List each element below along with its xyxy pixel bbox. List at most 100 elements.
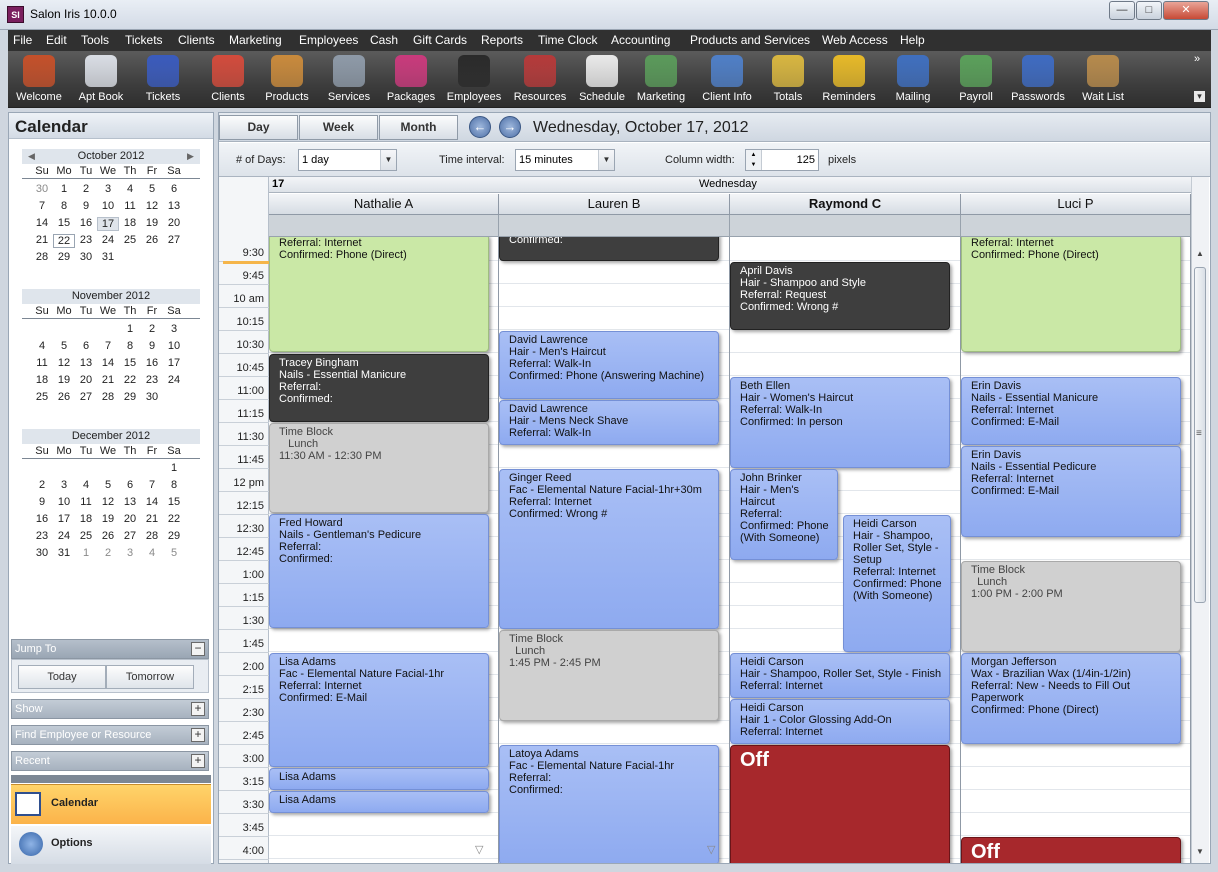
calendar-day[interactable]: 14 <box>97 357 119 369</box>
calendar-day[interactable]: 31 <box>97 251 119 263</box>
calendar-day[interactable]: 9 <box>75 200 97 212</box>
toolbar-resources[interactable]: Resources <box>508 51 572 108</box>
expand-icon[interactable]: + <box>191 754 205 768</box>
appointment[interactable]: Referral: Internet Confirmed: Phone (Dire… <box>269 237 489 352</box>
toolbar-marketing[interactable]: Marketing <box>630 51 692 108</box>
next-month-icon[interactable]: ▶ <box>187 151 194 162</box>
off-block[interactable]: Off <box>961 837 1181 863</box>
more-appointments-icon[interactable]: ▽ <box>707 843 715 856</box>
menu-cash[interactable]: Cash <box>370 33 398 47</box>
calendar-day[interactable]: 11 <box>31 357 53 369</box>
calendar-day[interactable]: 29 <box>119 391 141 403</box>
off-block[interactable]: Off <box>730 745 950 863</box>
calendar-day[interactable]: 19 <box>97 513 119 525</box>
appointment[interactable]: Tracey Bingham Nails - Essential Manicure… <box>269 354 489 422</box>
calendar-day[interactable]: 2 <box>97 547 119 559</box>
calendar-day[interactable]: 30 <box>31 183 53 195</box>
calendar-day[interactable]: 13 <box>163 200 185 212</box>
calendar-day[interactable]: 28 <box>31 251 53 263</box>
calendar-day[interactable]: 2 <box>141 323 163 335</box>
calendar-day[interactable]: 19 <box>53 374 75 386</box>
appointment[interactable]: Heidi Carson Hair - Shampoo, Roller Set, … <box>730 653 950 698</box>
calendar-day[interactable]: 1 <box>163 462 185 474</box>
toolbar-packages[interactable]: Packages <box>381 51 441 108</box>
calendar-day[interactable]: 26 <box>141 234 163 246</box>
calendar-day[interactable]: 4 <box>119 183 141 195</box>
calendar-day[interactable]: 29 <box>53 251 75 263</box>
column-header[interactable]: Nathalie A <box>269 194 499 215</box>
toolbar-totals[interactable]: Totals <box>762 51 814 108</box>
appointment[interactable]: Ginger Reed Fac - Elemental Nature Facial… <box>499 469 719 629</box>
column-lauren[interactable]: Confirmed: David Lawrence Hair - Men's Hai… <box>499 237 730 863</box>
days-select[interactable]: 1 day ▼ <box>298 149 397 171</box>
column-width-spinner[interactable]: ▲▼ 125 <box>745 149 819 171</box>
calendar-day[interactable]: 25 <box>75 530 97 542</box>
calendar-day[interactable]: 4 <box>141 547 163 559</box>
toolbar-payroll[interactable]: Payroll <box>950 51 1002 108</box>
column-header[interactable]: Lauren B <box>499 194 730 215</box>
calendar-day[interactable]: 3 <box>163 323 185 335</box>
appointment[interactable]: Erin Davis Nails - Essential Pedicure Refe… <box>961 446 1181 537</box>
calendar-day[interactable]: 22 <box>163 513 185 525</box>
toolbar-employees[interactable]: Employees <box>444 51 504 108</box>
calendar-day[interactable]: 26 <box>97 530 119 542</box>
recent-header[interactable]: Recent + <box>11 751 209 771</box>
menu-marketing[interactable]: Marketing <box>229 33 282 47</box>
calendar-day[interactable]: 14 <box>141 496 163 508</box>
toolbar-passwords[interactable]: Passwords <box>1008 51 1068 108</box>
appointment[interactable]: John Brinker Hair - Men's Haircut Referral:… <box>730 469 838 560</box>
time-block[interactable]: Time Block Lunch 1:00 PM - 2:00 PM <box>961 561 1181 652</box>
menu-tickets[interactable]: Tickets <box>125 33 163 47</box>
appointment[interactable]: Heidi Carson Hair 1 - Color Glossing Add-… <box>730 699 950 744</box>
toolbar-reminders[interactable]: Reminders <box>818 51 880 108</box>
calendar-day[interactable]: 27 <box>75 391 97 403</box>
calendar-day[interactable]: 1 <box>119 323 141 335</box>
expand-icon[interactable]: + <box>191 728 205 742</box>
calendar-day[interactable]: 23 <box>75 234 97 246</box>
calendar-day[interactable]: 15 <box>53 217 75 229</box>
menu-help[interactable]: Help <box>900 33 925 47</box>
expand-icon[interactable]: + <box>191 702 205 716</box>
menu-products-and-services[interactable]: Products and Services <box>690 33 810 47</box>
appointment[interactable]: Erin Davis Nails - Essential Manicure Refe… <box>961 377 1181 445</box>
splitter-grip[interactable] <box>11 775 211 783</box>
find-header[interactable]: Find Employee or Resource + <box>11 725 209 745</box>
toolbar-tickets[interactable]: Tickets <box>135 51 191 108</box>
menu-clients[interactable]: Clients <box>178 33 215 47</box>
maximize-button[interactable]: □ <box>1136 1 1162 20</box>
menu-time-clock[interactable]: Time Clock <box>538 33 598 47</box>
calendar-day[interactable]: 25 <box>31 391 53 403</box>
calendar-day[interactable]: 10 <box>53 496 75 508</box>
calendar-day[interactable]: 10 <box>163 340 185 352</box>
calendar-day[interactable]: 31 <box>53 547 75 559</box>
menu-file[interactable]: File <box>13 33 32 47</box>
scroll-up-icon[interactable]: ▲ <box>1196 249 1204 258</box>
appointment[interactable]: Latoya Adams Fac - Elemental Nature Facia… <box>499 745 719 863</box>
calendar-day[interactable]: 21 <box>141 513 163 525</box>
calendar-day[interactable]: 16 <box>75 217 97 229</box>
calendar-day[interactable]: 7 <box>97 340 119 352</box>
appointment[interactable]: Lisa Adams <box>269 791 489 813</box>
calendar-day[interactable]: 22 <box>53 234 75 248</box>
calendar-day[interactable]: 7 <box>31 200 53 212</box>
month-view-button[interactable]: Month <box>379 115 458 140</box>
prev-month-icon[interactable]: ◀ <box>28 151 35 162</box>
toolbar-overflow-icon[interactable]: » <box>1194 53 1200 65</box>
appointment[interactable]: Fred Howard Nails - Gentleman's Pedicure R… <box>269 514 489 628</box>
calendar-day[interactable]: 11 <box>119 200 141 212</box>
toolbar-wait-list[interactable]: Wait List <box>1074 51 1132 108</box>
calendar-day[interactable]: 25 <box>119 234 141 246</box>
appointment[interactable]: Heidi Carson Hair - Shampoo, Roller Set, S… <box>843 515 951 652</box>
calendar-day[interactable]: 9 <box>31 496 53 508</box>
calendar-day[interactable]: 27 <box>163 234 185 246</box>
calendar-day[interactable]: 1 <box>75 547 97 559</box>
calendar-day[interactable]: 14 <box>31 217 53 229</box>
column-luci[interactable]: Referral: Internet Confirmed: Phone (Dire… <box>961 237 1191 863</box>
toolbar-customize-icon[interactable]: ▾ <box>1194 91 1205 102</box>
calendar-day[interactable]: 18 <box>75 513 97 525</box>
menu-tools[interactable]: Tools <box>81 33 109 47</box>
calendar-day[interactable]: 7 <box>141 479 163 491</box>
jump-to-header[interactable]: Jump To − <box>11 639 209 659</box>
calendar-day[interactable]: 18 <box>31 374 53 386</box>
menu-edit[interactable]: Edit <box>46 33 67 47</box>
